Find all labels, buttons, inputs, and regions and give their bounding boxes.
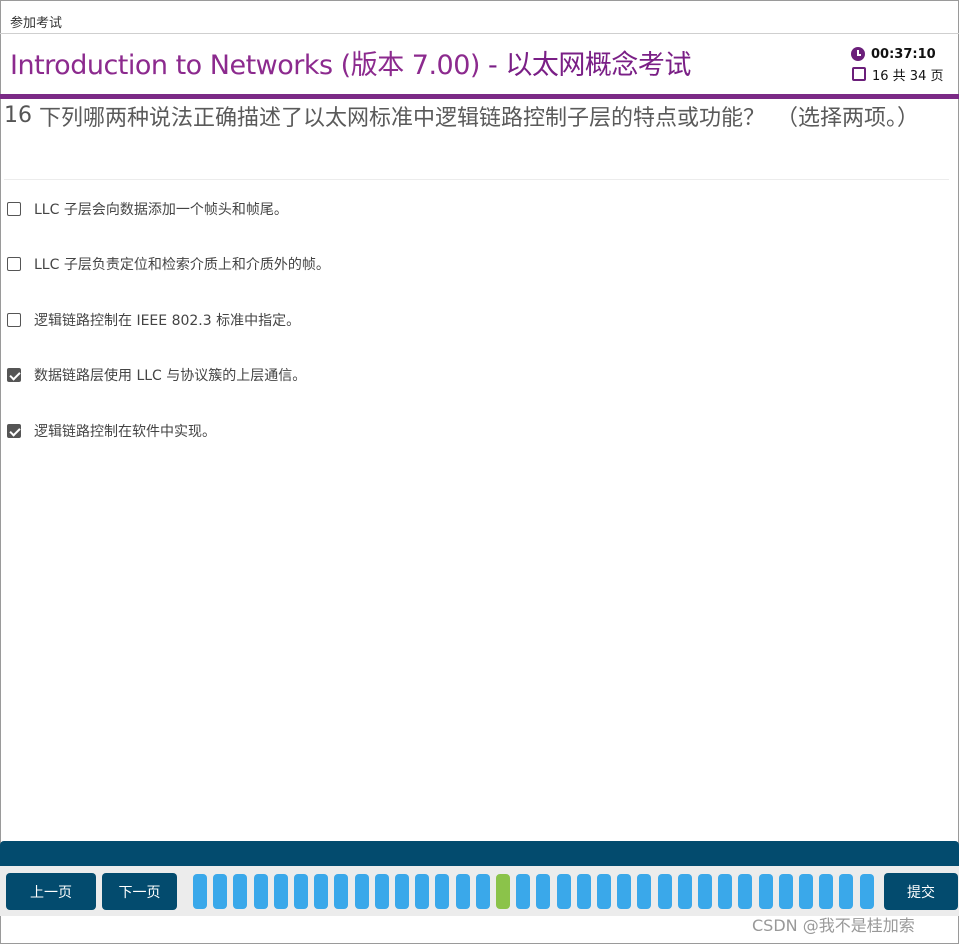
question-number: 16 xyxy=(4,103,32,128)
page-navigator xyxy=(193,874,876,909)
page-status: 16 共 34 页 xyxy=(851,64,951,84)
course-name: Introduction to Networks (版本 7.00) xyxy=(10,50,480,81)
page-segment-34[interactable] xyxy=(859,874,874,909)
page-segment-14[interactable] xyxy=(455,874,470,909)
exam-window xyxy=(0,0,959,944)
page-segment-3[interactable] xyxy=(233,874,248,909)
page-icon xyxy=(852,67,866,81)
question-divider xyxy=(4,179,949,180)
option-checkbox[interactable] xyxy=(7,202,21,216)
option-label: LLC 子层会向数据添加一个帧头和帧尾。 xyxy=(34,202,288,218)
option-1[interactable]: LLC 子层会向数据添加一个帧头和帧尾。 xyxy=(7,198,288,220)
title-separator: - xyxy=(479,50,506,81)
option-checkbox[interactable] xyxy=(7,368,21,382)
option-5[interactable]: 逻辑链路控制在软件中实现。 xyxy=(7,420,216,442)
page-segment-11[interactable] xyxy=(395,874,409,909)
timer: 00:37:10 xyxy=(851,44,951,64)
submit-button[interactable]: 提交 xyxy=(884,873,958,910)
window-titlebar: 参加考试 xyxy=(0,0,959,34)
page-segment-20[interactable] xyxy=(576,874,591,909)
page-segment-32[interactable] xyxy=(819,874,834,909)
option-label: 逻辑链路控制在软件中实现。 xyxy=(34,424,216,440)
option-label: 逻辑链路控制在 IEEE 802.3 标准中指定。 xyxy=(34,313,301,329)
next-page-button[interactable]: 下一页 xyxy=(102,873,177,910)
page-segment-10[interactable] xyxy=(374,874,389,909)
page-segment-17[interactable] xyxy=(516,874,531,909)
option-label: 数据链路层使用 LLC 与协议簇的上层通信。 xyxy=(34,368,307,384)
page-segment-22[interactable] xyxy=(617,874,632,909)
option-label: LLC 子层负责定位和检索介质上和介质外的帧。 xyxy=(34,257,330,273)
option-checkbox[interactable] xyxy=(7,313,21,327)
page-segment-12[interactable] xyxy=(415,874,430,909)
page-segment-2[interactable] xyxy=(213,874,228,909)
progress-strip xyxy=(0,841,959,866)
header-divider xyxy=(0,94,959,99)
watermark: CSDN @我不是桂加索 xyxy=(752,916,915,935)
option-checkbox[interactable] xyxy=(7,424,21,438)
previous-page-button[interactable]: 上一页 xyxy=(6,873,96,910)
option-3[interactable]: 逻辑链路控制在 IEEE 802.3 标准中指定。 xyxy=(7,309,300,331)
page-segment-8[interactable] xyxy=(334,874,349,909)
page-segment-30[interactable] xyxy=(778,874,793,909)
clock-icon xyxy=(851,47,865,61)
option-4[interactable]: 数据链路层使用 LLC 与协议簇的上层通信。 xyxy=(7,364,306,386)
exam-meta: 00:37:10 16 共 34 页 xyxy=(851,44,951,84)
exam-header: Introduction to Networks (版本 7.00) - 以太网… xyxy=(0,34,959,94)
page-segment-19[interactable] xyxy=(556,874,571,909)
question-text: 下列哪两种说法正确描述了以太网标准中逻辑链路控制子层的特点或功能？ （选择两项。… xyxy=(39,106,920,131)
page-segment-15[interactable] xyxy=(475,874,490,909)
timer-value: 00:37:10 xyxy=(871,46,936,62)
page-segment-6[interactable] xyxy=(294,874,308,909)
exam-footer: 上一页 下一页 提交 xyxy=(0,866,959,916)
page-segment-18[interactable] xyxy=(536,874,551,909)
page-segment-25[interactable] xyxy=(677,874,692,909)
window-title: 参加考试 xyxy=(10,16,63,31)
page-segment-29[interactable] xyxy=(758,874,773,909)
page-segment-27[interactable] xyxy=(718,874,733,909)
page-segment-13[interactable] xyxy=(435,874,450,909)
exam-title: Introduction to Networks (版本 7.00) - 以太网… xyxy=(10,43,691,82)
option-2[interactable]: LLC 子层负责定位和检索介质上和介质外的帧。 xyxy=(7,253,330,275)
page-segment-33[interactable] xyxy=(839,874,854,909)
page-segment-24[interactable] xyxy=(657,874,672,909)
exam-name: 以太网概念考试 xyxy=(505,50,691,81)
page-segment-23[interactable] xyxy=(637,874,652,909)
page-segment-26[interactable] xyxy=(698,874,712,909)
page-segment-7[interactable] xyxy=(314,874,329,909)
page-segment-16[interactable] xyxy=(496,874,510,909)
page-segment-31[interactable] xyxy=(799,874,813,909)
page-segment-5[interactable] xyxy=(273,874,288,909)
page-segment-4[interactable] xyxy=(253,874,268,909)
page-segment-28[interactable] xyxy=(738,874,753,909)
page-status-text: 16 共 34 页 xyxy=(872,68,944,84)
option-checkbox[interactable] xyxy=(7,257,21,271)
page-segment-1[interactable] xyxy=(193,874,207,909)
page-segment-9[interactable] xyxy=(354,874,369,909)
page-segment-21[interactable] xyxy=(597,874,611,909)
